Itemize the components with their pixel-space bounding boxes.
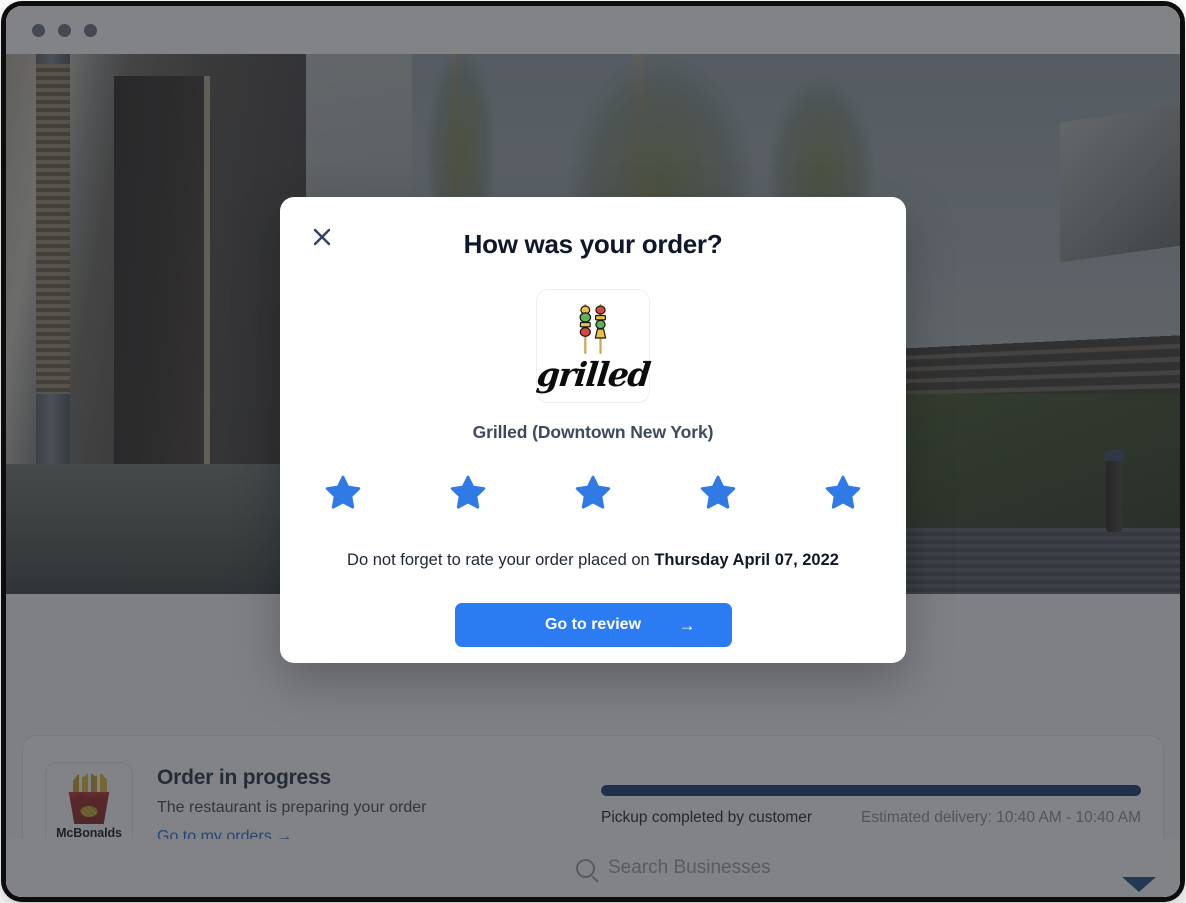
go-to-review-label: Go to review [544,616,642,633]
page-title: How was your order? [463,229,723,259]
merchant-logo-wordmark: grilled [534,354,652,394]
rate-order-modal: How was your order? grilled Grilled (Dow… [280,197,906,663]
rate-reminder: Do not forget to rate your order placed … [280,551,906,570]
star-icon[interactable] [573,473,613,518]
rate-reminder-prefix: Do not forget to rate your order placed … [347,551,655,569]
skewer-logo-icon [579,303,607,354]
star-icon[interactable] [448,473,488,518]
close-icon[interactable] [308,223,336,251]
star-icon[interactable] [823,473,863,518]
browser-window: McBonalds Order in progress The restaura… [6,6,1180,897]
order-date: Thursday April 07, 2022 [654,551,839,569]
arrow-right-icon: → [678,615,696,635]
star-rating[interactable] [280,473,906,518]
merchant-name: Grilled (Downtown New York) [472,422,714,442]
merchant-logo-tile: grilled [534,289,652,403]
go-to-review-button[interactable]: Go to review → [454,603,732,647]
star-icon[interactable] [323,473,363,518]
star-icon[interactable] [698,473,738,518]
